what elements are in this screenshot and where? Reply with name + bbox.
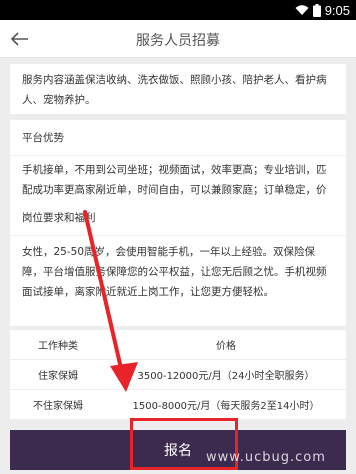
intro-text: 服务内容涵盖保洁收纳、洗衣做饭、照顾小孩、陪护老人、看护病人、宠物养护。: [22, 74, 327, 106]
requirements-title: 岗位要求和福利: [10, 200, 346, 236]
table-cell: 不住家保姆: [33, 401, 83, 412]
table-cell: 1500-8000元/月（每天服务2至14小时）: [132, 401, 320, 412]
table-cell: 3500-12000元/月（24小时全职服务）: [137, 371, 315, 382]
intro-card: 服务内容涵盖保洁收纳、洗衣做饭、照顾小孩、陪护老人、看护病人、宠物养护。: [10, 64, 346, 114]
salary-table: 工作种类 价格 住家保姆 3500-12000元/月（24小时全职服务） 不住家…: [10, 330, 346, 420]
app-bar: 服务人员招募: [0, 20, 356, 58]
status-bar: 9:05: [0, 0, 356, 20]
requirements-card: 岗位要求和福利 女性，25-50周岁，会使用智能手机，一年以上经验。双保险保障，…: [10, 200, 346, 326]
status-icons: 9:05: [295, 2, 350, 18]
content-scroll[interactable]: 服务内容涵盖保洁收纳、洗衣做饭、照顾小孩、陪护老人、看护病人、宠物养护。 平台优…: [0, 58, 356, 430]
table-header: 价格: [216, 341, 236, 352]
wifi-icon: [295, 5, 309, 15]
table-row: 住家保姆 3500-12000元/月（24小时全职服务）: [10, 360, 346, 390]
signup-label: 报名: [164, 443, 192, 459]
table-cell: 住家保姆: [38, 371, 78, 382]
battery-icon: [312, 3, 321, 17]
requirements-text: 女性，25-50周岁，会使用智能手机，一年以上经验。双保险保障，平台增值服务保障…: [22, 246, 327, 298]
table-header: 工作种类: [38, 341, 78, 352]
page-title: 服务人员招募: [136, 33, 220, 49]
table-row: 不住家保姆 1500-8000元/月（每天服务2至14小时）: [10, 390, 346, 420]
table-header-row: 工作种类 价格: [10, 330, 346, 360]
watermark: www.ucbug.com: [206, 450, 326, 465]
advantages-title: 平台优势: [10, 120, 346, 156]
status-time: 9:05: [324, 2, 350, 18]
